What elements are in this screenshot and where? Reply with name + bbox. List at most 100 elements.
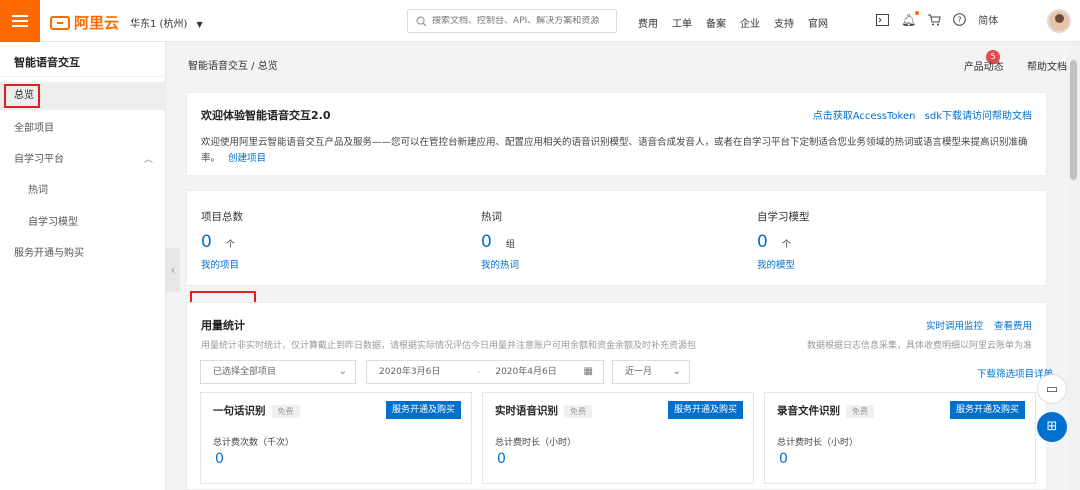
page-scrollbar[interactable] bbox=[1067, 42, 1080, 490]
stat-value: 0 bbox=[757, 232, 768, 252]
help-icon[interactable]: ? bbox=[953, 13, 967, 26]
free-tag: 免费 bbox=[271, 405, 300, 418]
service-card-file: 录音文件识别 免费 服务开通及购买 总计费时长（小时） 0 bbox=[764, 392, 1036, 484]
nav-fees[interactable]: 费用 bbox=[638, 15, 658, 30]
sidebar-item-label: 自学习平台 bbox=[14, 154, 64, 165]
main-content: 智能语音交互 / 总览 5 产品动态 帮助文档 欢迎体验智能语音交互2.0 点击… bbox=[180, 42, 1067, 490]
range-select-value: 近一月 bbox=[625, 367, 653, 377]
service-title: 一句话识别 bbox=[213, 405, 266, 417]
my-models-link[interactable]: 我的模型 bbox=[757, 257, 810, 271]
search-input[interactable] bbox=[432, 16, 612, 26]
breadcrumb: 智能语音交互 / 总览 bbox=[188, 61, 278, 72]
sidebar-item-self-learning[interactable]: 自学习平台 ︿ bbox=[0, 146, 166, 174]
view-fees-link[interactable]: 查看费用 bbox=[994, 321, 1032, 332]
usage-links: 实时调用监控 查看费用 bbox=[926, 318, 1032, 332]
stat-projects: 项目总数 0个 我的项目 bbox=[201, 209, 243, 271]
realtime-monitor-link[interactable]: 实时调用监控 bbox=[926, 321, 983, 332]
caret-down-icon: ▼ bbox=[196, 20, 203, 29]
sdk-download-link[interactable]: sdk下载请访问帮助文档 bbox=[925, 111, 1032, 122]
service-title: 实时语音识别 bbox=[495, 405, 558, 417]
date-end[interactable]: 2020年4月6日 bbox=[495, 367, 556, 377]
user-avatar[interactable] bbox=[1047, 9, 1071, 33]
sidebar-title: 智能语音交互 bbox=[14, 56, 80, 69]
sidebar-item-hotwords[interactable]: 热词 bbox=[0, 177, 166, 205]
region-selector[interactable]: 华东1 (杭州) ▼ bbox=[130, 15, 203, 30]
stat-value: 0 bbox=[201, 232, 212, 252]
welcome-title: 欢迎体验智能语音交互2.0 bbox=[201, 109, 331, 122]
service-card-realtime: 实时语音识别 免费 服务开通及购买 总计费时长（小时） 0 bbox=[482, 392, 754, 484]
sidebar-item-purchase[interactable]: 服务开通与购买 bbox=[0, 240, 166, 268]
nav-tickets[interactable]: 工单 bbox=[672, 15, 692, 30]
language-switch[interactable]: 简体 bbox=[978, 12, 998, 27]
create-project-link[interactable]: 创建项目 bbox=[228, 153, 266, 164]
sidebar-collapse-handle[interactable]: ‹ bbox=[166, 248, 180, 292]
welcome-links: 点击获取AccessToken sdk下载请访问帮助文档 bbox=[813, 107, 1032, 122]
welcome-text-end: 率。 bbox=[201, 153, 221, 164]
purchase-button[interactable]: 服务开通及购买 bbox=[385, 401, 461, 419]
welcome-text-line-1: 欢迎使用阿里云智能语音交互产品及服务——您可以在管控台新建应用、配置应用相关的语… bbox=[201, 137, 1028, 148]
nav-icp[interactable]: 备案 bbox=[706, 15, 726, 30]
date-start[interactable]: 2020年3月6日 bbox=[379, 367, 440, 377]
usage-note: 用量统计非实时统计，仅计算截止到昨日数据，请根据实际情况评估今日用量并注意账户可… bbox=[201, 341, 697, 351]
metric-label: 总计费次数（千次） bbox=[213, 438, 295, 448]
project-select[interactable]: 已选择全部项目 ⌄ bbox=[200, 360, 356, 384]
top-navbar: 阿里云 华东1 (杭州) ▼ 费用 工单 备案 企业 支持 官网 🔔︎ ? 简体 bbox=[0, 0, 1080, 42]
date-range-picker[interactable]: 2020年3月6日 - 2020年4月6日 ▦ bbox=[366, 360, 604, 384]
stat-label: 热词 bbox=[481, 211, 502, 223]
my-projects-link[interactable]: 我的项目 bbox=[201, 257, 243, 271]
stat-models: 自学习模型 0个 我的模型 bbox=[757, 209, 810, 271]
logo-text: 阿里云 bbox=[74, 14, 120, 32]
welcome-text-line-2: 率。 创建项目 bbox=[201, 151, 1041, 167]
top-nav-links: 费用 工单 备案 企业 支持 官网 bbox=[638, 15, 842, 30]
stat-unit: 组 bbox=[505, 240, 515, 250]
metric-value: 0 bbox=[779, 451, 788, 467]
stat-label: 自学习模型 bbox=[757, 211, 810, 223]
stat-value-row: 0个 bbox=[201, 232, 243, 252]
product-updates-link[interactable]: 产品动态 bbox=[964, 62, 1004, 73]
free-tag: 免费 bbox=[564, 405, 592, 418]
metric-label: 总计费时长（小时） bbox=[777, 438, 859, 448]
notification-dot bbox=[915, 10, 920, 15]
access-token-link[interactable]: 点击获取AccessToken bbox=[813, 111, 916, 122]
chevron-left-icon: ‹ bbox=[170, 263, 176, 277]
purchase-button[interactable]: 服务开通及购买 bbox=[949, 401, 1025, 419]
metric-label: 总计费时长（小时） bbox=[495, 438, 577, 448]
stat-hotwords: 热词 0组 我的热词 bbox=[481, 209, 519, 271]
apps-float-button[interactable]: ⊞ bbox=[1037, 412, 1067, 442]
hamburger-menu-button[interactable] bbox=[0, 0, 40, 42]
sidebar-divider bbox=[0, 76, 166, 77]
search-box[interactable] bbox=[407, 9, 617, 33]
sidebar-item-models[interactable]: 自学习模型 bbox=[0, 209, 166, 237]
service-card-short-sentence: 一句话识别 免费 服务开通及购买 总计费次数（千次） 0 bbox=[200, 392, 472, 484]
aliyun-logo[interactable]: 阿里云 bbox=[50, 12, 119, 33]
highlight-box-overview bbox=[4, 84, 40, 108]
cart-icon[interactable] bbox=[928, 14, 941, 26]
service-title-row: 实时语音识别 免费 bbox=[495, 403, 592, 418]
purchase-button[interactable]: 服务开通及购买 bbox=[667, 401, 743, 419]
scrollbar-thumb[interactable] bbox=[1070, 60, 1077, 180]
nav-enterprise[interactable]: 企业 bbox=[740, 15, 760, 30]
welcome-description: 欢迎使用阿里云智能语音交互产品及服务——您可以在管控台新建应用、配置应用相关的语… bbox=[201, 135, 1041, 167]
nav-support[interactable]: 支持 bbox=[774, 15, 794, 30]
sidebar-item-all-projects[interactable]: 全部项目 bbox=[0, 115, 166, 143]
sidebar: 智能语音交互 总览 全部项目 自学习平台 ︿ 热词 自学习模型 服务开通与购买 bbox=[0, 42, 166, 490]
date-separator: - bbox=[477, 367, 481, 377]
help-docs-link[interactable]: 帮助文档 bbox=[1027, 62, 1067, 73]
top-icons: 🔔︎ ? 简体 bbox=[876, 10, 998, 27]
my-hotwords-link[interactable]: 我的热词 bbox=[481, 257, 519, 271]
metric-value: 0 bbox=[497, 451, 506, 467]
service-title-row: 一句话识别 免费 bbox=[213, 403, 300, 418]
stat-value-row: 0个 bbox=[757, 232, 810, 252]
search-icon bbox=[416, 16, 427, 27]
range-select[interactable]: 近一月 ⌄ bbox=[612, 360, 690, 384]
terminal-icon[interactable] bbox=[876, 13, 889, 26]
usage-title: 用量统计 bbox=[201, 319, 245, 332]
apps-icon: ⊞ bbox=[1046, 419, 1058, 434]
chat-float-button[interactable]: ▭ bbox=[1037, 374, 1067, 404]
free-tag: 免费 bbox=[846, 405, 874, 418]
nav-official-site[interactable]: 官网 bbox=[808, 15, 828, 30]
chevron-up-icon: ︿ bbox=[144, 155, 154, 165]
aliyun-logo-icon bbox=[50, 15, 70, 30]
stat-unit: 个 bbox=[781, 240, 791, 250]
bell-icon[interactable]: 🔔︎ bbox=[901, 10, 920, 27]
